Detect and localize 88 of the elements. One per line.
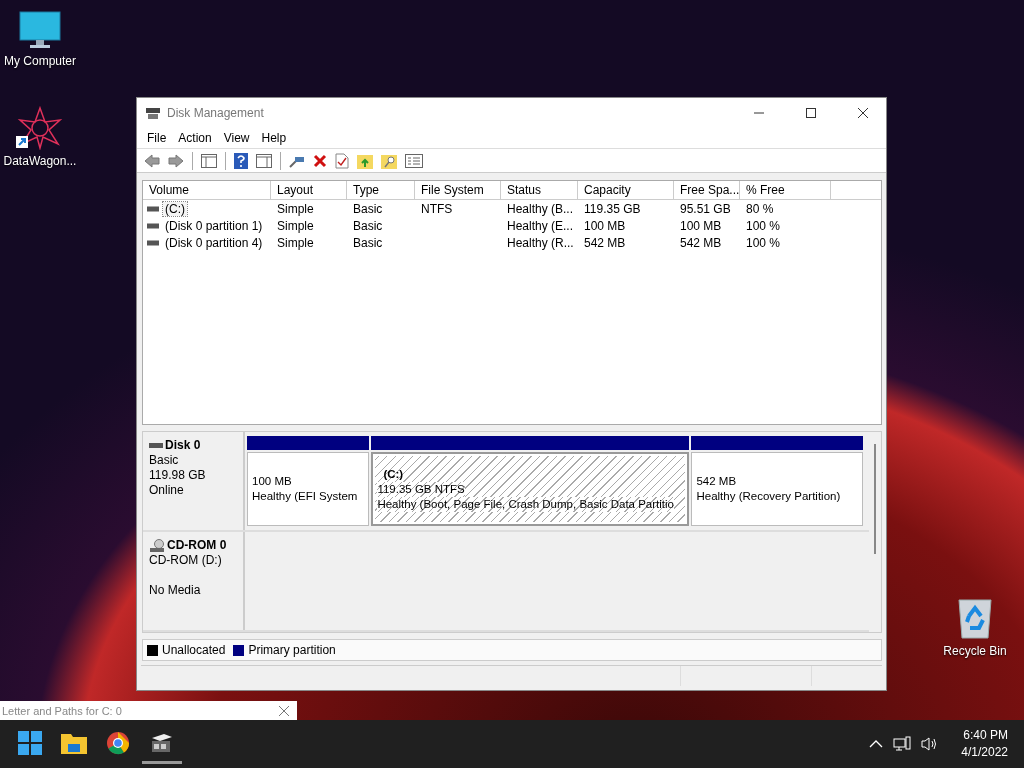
help-icon — [234, 152, 248, 169]
disk-detail: Online — [149, 483, 185, 499]
table-cell-text: 542 MB — [679, 235, 723, 250]
table-cell-text: NTFS — [420, 201, 454, 216]
time-text: 6:40 PM — [963, 727, 1008, 744]
date-text: 4/1/2022 — [961, 744, 1008, 761]
table-cell-text: Simple — [276, 218, 315, 233]
drive-icon — [147, 205, 159, 212]
column-header[interactable]: File System — [415, 181, 501, 200]
column-header[interactable]: Volume — [143, 181, 271, 200]
column-header[interactable]: Type — [347, 181, 415, 200]
window-title: Disk Management — [167, 106, 264, 120]
menu-item[interactable]: View — [217, 130, 256, 145]
list-view-button[interactable] — [402, 151, 426, 170]
show-tree-button[interactable] — [198, 151, 220, 170]
drive-label[interactable]: (Disk 0 partition 1) — [163, 218, 265, 233]
table-cell-text: Healthy (R... — [506, 235, 575, 250]
table-cell-text: 542 MB — [583, 235, 627, 250]
table-cell-text: Simple — [276, 235, 315, 250]
partition-status: Healthy (Recovery Partition) — [696, 489, 841, 505]
table-cell-text: Healthy (B... — [506, 201, 575, 216]
partition-status: Healthy (EFI System — [252, 489, 358, 505]
windows-logo-icon — [18, 730, 42, 755]
window-preview-title[interactable]: Letter and Paths for C: 0 — [0, 701, 297, 720]
table-cell-text: Healthy (E... — [506, 218, 575, 233]
table-cell-text: 100 MB — [583, 218, 627, 233]
table-cell-text: 100 MB — [679, 218, 723, 233]
panel-icon — [256, 153, 272, 168]
maximize-icon — [806, 108, 816, 118]
list-icon — [405, 153, 423, 168]
disk-detail: Basic — [149, 453, 180, 469]
drive-icon — [147, 222, 159, 229]
table-cell-text: 100 % — [745, 235, 782, 250]
network-icon[interactable] — [893, 736, 912, 752]
table-cell-text: 95.51 GB — [679, 201, 732, 216]
legend-label: Primary partition — [248, 643, 336, 658]
disk-drive-icon — [150, 731, 174, 754]
table-cell-text: Basic — [352, 201, 384, 216]
preview-title: Letter and Paths for C: 0 — [2, 704, 122, 717]
close-icon[interactable] — [279, 705, 289, 716]
table-cell-text: 100 % — [745, 218, 782, 233]
menu-item[interactable]: Action — [172, 130, 218, 145]
star-icon — [16, 106, 64, 150]
disk-name: CD-ROM 0 — [167, 538, 227, 554]
arrow-right-icon — [168, 153, 184, 168]
drive-icon — [149, 441, 163, 450]
checked-document-icon — [335, 152, 349, 169]
table-cell-text: 119.35 GB — [583, 201, 642, 216]
column-header[interactable]: Capacity — [578, 181, 674, 200]
panel-icon — [201, 153, 217, 168]
cd-drive-icon — [149, 538, 165, 553]
partition-status: Healthy (Boot, Page File, Crash Dump, Basic Data Partitio — [377, 496, 674, 512]
monitor-icon — [18, 10, 62, 50]
column-header[interactable]: Free Spa... — [674, 181, 740, 200]
desktop-shortcut[interactable]: My Computer — [0, 10, 80, 68]
disk-detail: No Media — [149, 583, 202, 599]
drive-label[interactable]: (Disk 0 partition 4) — [163, 235, 265, 250]
properties-button[interactable] — [332, 150, 352, 171]
folder-magnifier-icon — [381, 152, 397, 169]
desktop-shortcut[interactable]: DataWagon... — [0, 106, 80, 168]
menu-item[interactable]: Help — [255, 130, 293, 145]
table-cell-text: Basic — [352, 235, 384, 250]
help-button[interactable] — [231, 150, 251, 171]
table-cell-text: 80 % — [745, 201, 775, 216]
folder-icon — [61, 731, 87, 754]
recycle-bin-icon — [955, 596, 995, 640]
drive-label[interactable]: (C:) — [163, 201, 187, 216]
disk-name: Disk 0 — [165, 438, 201, 454]
table-cell-text: Simple — [276, 201, 315, 216]
column-header[interactable]: Status — [501, 181, 578, 200]
browser-icon — [106, 730, 130, 755]
disk-icon — [145, 106, 161, 120]
drive-icon — [147, 239, 159, 246]
arrow-left-icon — [144, 153, 160, 168]
action-pane-button[interactable] — [253, 151, 275, 170]
column-header[interactable]: Layout — [271, 181, 347, 200]
close-icon — [858, 108, 868, 118]
disk-detail: 119.98 GB — [149, 468, 207, 484]
disk-detail: CD-ROM (D:) — [149, 553, 223, 569]
column-header[interactable]: % Free — [740, 181, 831, 200]
clock[interactable]: 6:40 PM 4/1/2022 — [961, 727, 1008, 761]
desktop-shortcut[interactable]: Recycle Bin — [935, 596, 1015, 658]
delete-icon — [313, 153, 327, 168]
menu-item[interactable]: File — [141, 130, 173, 145]
partition-size: 119.35 GB NTFS — [377, 481, 465, 497]
table-cell-text: Basic — [352, 218, 384, 233]
chevron-up-icon[interactable] — [869, 739, 884, 749]
legend-label: Unallocated — [162, 643, 226, 658]
